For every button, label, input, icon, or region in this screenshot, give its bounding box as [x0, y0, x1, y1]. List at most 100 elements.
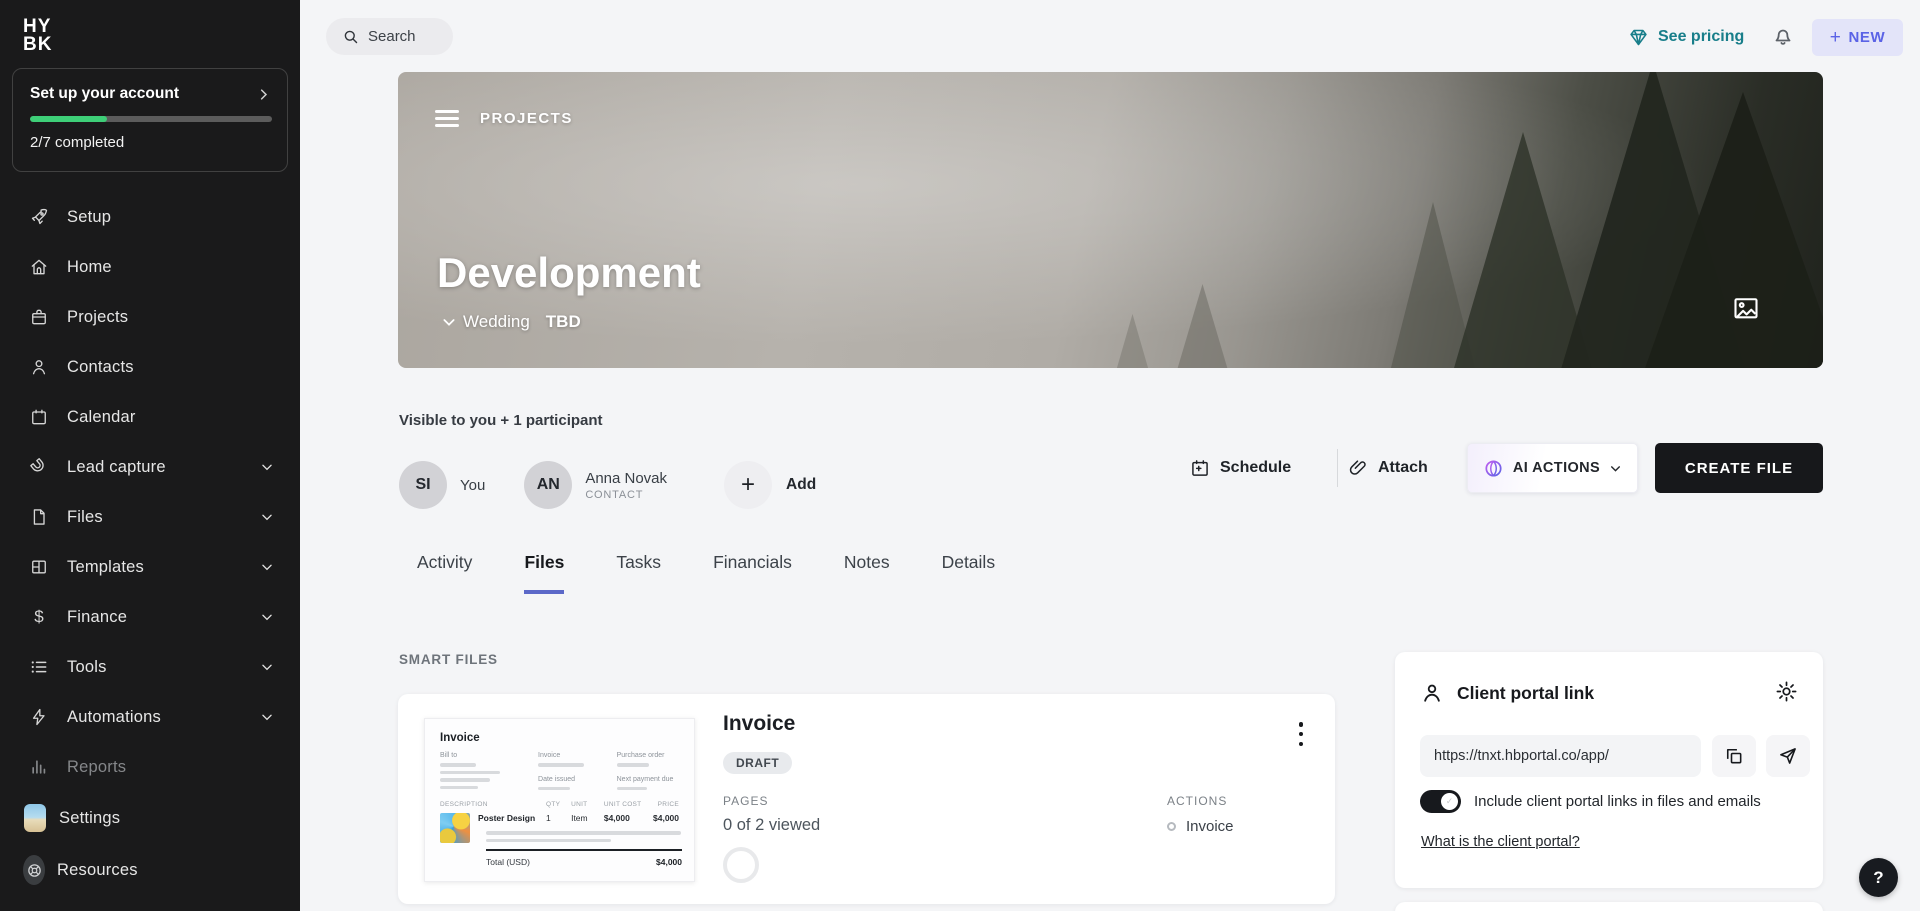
- sidebar-item-label: Setup: [67, 207, 112, 226]
- change-cover-image-button[interactable]: [1731, 294, 1765, 324]
- tab-details[interactable]: Details: [942, 552, 996, 594]
- main-area: Search See pricing + NEW PROJECTS Develo…: [300, 0, 1920, 911]
- portal-settings-button[interactable]: [1775, 680, 1801, 706]
- person-icon: [1424, 684, 1440, 702]
- ai-actions-button[interactable]: AI ACTIONS: [1467, 443, 1638, 493]
- pages-label: PAGES: [723, 794, 769, 808]
- image-icon: [1734, 298, 1758, 319]
- sidebar-item-label: Home: [67, 257, 112, 276]
- sidebar-item-settings[interactable]: Settings: [0, 792, 300, 844]
- smart-file-card[interactable]: Invoice Bill to Invoice Date issued Purc…: [398, 694, 1335, 904]
- setup-progress-fill: [30, 116, 108, 122]
- action-item-label: Invoice: [1186, 818, 1234, 835]
- setup-progress-text: 2/7 completed: [30, 134, 125, 151]
- sidebar-item-label: Automations: [67, 707, 161, 726]
- rocket-icon: [28, 206, 50, 228]
- project-tabs: Activity Files Tasks Financials Notes De…: [417, 552, 995, 594]
- invoice-thumbnail[interactable]: Invoice Bill to Invoice Date issued Purc…: [424, 718, 695, 882]
- actions-label: ACTIONS: [1167, 794, 1228, 808]
- sidebar-item-home[interactable]: Home: [0, 242, 300, 292]
- file-options-menu[interactable]: [1289, 720, 1313, 748]
- projects-breadcrumb[interactable]: PROJECTS: [480, 110, 573, 127]
- sidebar: HY BK Set up your account 2/7 completed …: [0, 0, 300, 911]
- sidebar-item-label: Lead capture: [67, 457, 166, 476]
- divider: [1337, 449, 1338, 487]
- sidebar-item-label: Reports: [67, 757, 127, 776]
- portal-links-toggle[interactable]: ✓: [1420, 790, 1461, 813]
- sidebar-item-label: Files: [67, 507, 103, 526]
- sidebar-item-label: Settings: [59, 808, 121, 827]
- tab-files[interactable]: Files: [524, 552, 565, 594]
- sidebar-item-setup[interactable]: Setup: [0, 192, 300, 242]
- project-banner: PROJECTS Development Wedding TBD: [398, 72, 1823, 368]
- logo-line-2: BK: [23, 34, 53, 56]
- see-pricing-link[interactable]: See pricing: [1628, 20, 1744, 54]
- menu-icon[interactable]: [435, 110, 459, 127]
- tab-activity[interactable]: Activity: [417, 552, 472, 594]
- attach-button[interactable]: Attach: [1348, 443, 1428, 493]
- sidebar-item-tools[interactable]: Tools: [0, 642, 300, 692]
- sidebar-item-label: Resources: [57, 860, 138, 879]
- sidebar-item-templates[interactable]: Templates: [0, 542, 300, 592]
- schedule-button[interactable]: Schedule: [1190, 443, 1291, 493]
- sidebar-item-projects[interactable]: Projects: [0, 292, 300, 342]
- chevron-down-icon[interactable]: [260, 560, 274, 574]
- sidebar-item-label: Projects: [67, 307, 129, 326]
- chevron-down-icon[interactable]: [260, 460, 274, 474]
- ai-orb-icon: [1485, 459, 1502, 477]
- pages-progress-ring: [723, 847, 759, 883]
- smart-files-heading: SMART FILES: [399, 652, 498, 667]
- copy-link-button[interactable]: [1712, 735, 1756, 777]
- chevron-down-icon[interactable]: [260, 610, 274, 624]
- project-type-dropdown[interactable]: Wedding TBD: [441, 312, 581, 332]
- sidebar-item-lead-capture[interactable]: Lead capture: [0, 442, 300, 492]
- sidebar-item-label: Finance: [67, 607, 128, 626]
- notifications-button[interactable]: [1766, 18, 1800, 52]
- home-icon: [28, 256, 50, 278]
- paperclip-icon: [1349, 460, 1366, 475]
- send-link-button[interactable]: [1766, 735, 1810, 777]
- create-file-button[interactable]: CREATE FILE: [1655, 443, 1823, 493]
- chevron-down-icon[interactable]: [260, 660, 274, 674]
- see-pricing-label: See pricing: [1658, 28, 1745, 45]
- plus-icon: +: [1829, 27, 1842, 48]
- portal-title: Client portal link: [1457, 682, 1595, 703]
- tab-notes[interactable]: Notes: [844, 552, 890, 594]
- tab-tasks[interactable]: Tasks: [616, 552, 661, 594]
- new-button[interactable]: + NEW: [1812, 19, 1903, 56]
- chevron-down-icon[interactable]: [260, 510, 274, 524]
- search-input[interactable]: Search: [326, 18, 453, 55]
- project-type-label: Wedding: [463, 312, 530, 331]
- file-icon: [28, 506, 50, 528]
- sidebar-item-label: Templates: [67, 557, 145, 576]
- help-button-label: ?: [1873, 867, 1884, 887]
- status-badge: DRAFT: [723, 752, 793, 774]
- tab-financials[interactable]: Financials: [713, 552, 792, 594]
- sidebar-item-automations[interactable]: Automations: [0, 692, 300, 742]
- sidebar-item-files[interactable]: Files: [0, 492, 300, 542]
- setup-account-card[interactable]: Set up your account 2/7 completed: [12, 68, 288, 172]
- what-is-client-portal-link[interactable]: What is the client portal?: [1421, 834, 1580, 850]
- app-root: HY BK Set up your account 2/7 completed …: [0, 0, 1920, 911]
- person-icon: [28, 356, 50, 378]
- sidebar-item-finance[interactable]: $ Finance: [0, 592, 300, 642]
- sidebar-item-calendar[interactable]: Calendar: [0, 392, 300, 442]
- attach-label: Attach: [1378, 459, 1428, 476]
- secondary-panel: [1395, 902, 1823, 911]
- bolt-icon: [28, 706, 50, 728]
- template-icon: [28, 556, 50, 578]
- sidebar-item-resources[interactable]: Resources: [0, 844, 300, 896]
- help-button[interactable]: ?: [1859, 858, 1898, 897]
- sidebar-item-contacts[interactable]: Contacts: [0, 342, 300, 392]
- hybk-logo[interactable]: HY BK: [23, 17, 53, 56]
- ai-actions-label: AI ACTIONS: [1512, 460, 1601, 476]
- portal-url-input[interactable]: [1420, 735, 1701, 777]
- chevron-down-icon: [1611, 465, 1621, 472]
- chevron-down-icon[interactable]: [260, 710, 274, 724]
- client-portal-panel: Client portal link ✓ Include client port…: [1395, 652, 1823, 888]
- search-icon: [344, 30, 358, 44]
- action-bar: Schedule Attach AI ACTIONS CREATE FILE: [300, 443, 1823, 493]
- bar-chart-icon: [28, 756, 50, 778]
- sidebar-item-reports[interactable]: Reports: [0, 742, 300, 792]
- sidebar-nav: Setup Home Projects Contacts Calendar Le…: [0, 192, 300, 896]
